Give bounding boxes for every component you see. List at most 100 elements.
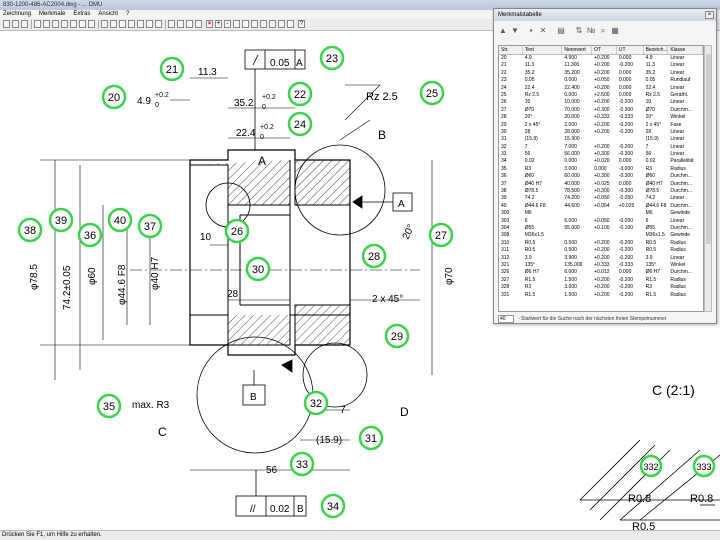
balloon-25[interactable]: 25 (419, 80, 445, 106)
balloon-33[interactable]: 33 (289, 451, 315, 477)
print-icon[interactable] (43, 20, 50, 28)
balloon-36[interactable]: 36 (77, 222, 103, 248)
open-folder-icon[interactable] (12, 20, 19, 28)
zoom-dynamic-icon[interactable] (269, 20, 276, 28)
table-row[interactable]: 303 6 6.000 +0.050 -0.050 6 Linear (499, 218, 703, 225)
menu-merkmale[interactable]: Merkmale (39, 10, 65, 19)
delete-icon[interactable]: × (206, 20, 213, 28)
new-file-icon[interactable] (3, 20, 10, 28)
table-row[interactable]: 304 Ø55 55.000 +0.100 -0.100 Ø55 Durchm... (499, 225, 703, 232)
table-row[interactable]: 30 28 28.000 +0.200 -0.200 28 Linear (499, 129, 703, 136)
delete-row-icon[interactable]: ▪ (526, 26, 536, 36)
column-header[interactable]: Bezeich... (644, 46, 669, 54)
stamp-icon[interactable] (88, 20, 95, 28)
table-row[interactable]: 31 (15.9) 15.900 (15.9) Linear (499, 136, 703, 143)
start-number-input[interactable]: 40 (498, 315, 514, 323)
balloon-38[interactable]: 38 (17, 217, 43, 243)
table-row[interactable]: 37 Ø40 H7 40.000 +0.025 0.000 Ø40 H7 Durchm... (499, 181, 703, 188)
table-row[interactable]: 32 7 7.000 +0.200 -0.200 7 Linear (499, 144, 703, 151)
table-row[interactable]: 36 Ø60 60.000 +0.300 -0.300 Ø60 Durchm... (499, 173, 703, 180)
export-icon[interactable] (137, 20, 144, 28)
edit-icon[interactable] (195, 20, 202, 28)
table-row[interactable]: 312 3.9 3.900 +0.200 -0.200 3.9 Linear (499, 255, 703, 262)
zoom-extents-icon[interactable] (260, 20, 267, 28)
table-row[interactable]: 29 2 x 45° 2.000 +0.200 -0.200 2 x 45° Fase (499, 122, 703, 129)
grid-icon[interactable] (186, 20, 193, 28)
balloon-29[interactable]: 29 (384, 323, 410, 349)
balloon-39[interactable]: 39 (48, 207, 74, 233)
pan-icon[interactable] (79, 20, 86, 28)
properties-icon[interactable] (177, 20, 184, 28)
table-icon[interactable] (34, 20, 41, 28)
column-header[interactable]: Str. (499, 46, 523, 54)
balloon-24[interactable]: 24 (287, 111, 313, 137)
table-row[interactable]: 328 R3 3.000 +0.200 -0.200 R3 Radius (499, 284, 703, 291)
column-header[interactable]: Nennwert (562, 46, 593, 54)
table-scrollbar[interactable] (704, 45, 712, 312)
find-icon[interactable]: ⌕ (598, 26, 608, 36)
table-row[interactable]: 26 10 10.000 +0.200 -0.200 10 Linear (499, 99, 703, 106)
table-row[interactable]: 28 20° 20.000 +0.333 -0.333 20° Winkel (499, 114, 703, 121)
move-up-icon[interactable]: ▲ (498, 26, 508, 36)
zoom-out-icon[interactable]: - (224, 20, 231, 28)
table-row[interactable]: 24 22.4 22.400 +0.200 0.000 22.4 Linear (499, 85, 703, 92)
table-row[interactable]: 321 135° 135.000 +0.333 -0.333 135° Winkel (499, 262, 703, 269)
table-row[interactable]: 27 Ø70 70.000 +0.300 -0.300 Ø70 Durchm... (499, 107, 703, 114)
table-row[interactable]: 20 4.9 4.900 +0.200 0.000 4.9 Linear (499, 55, 703, 62)
redraw-icon[interactable] (278, 20, 285, 28)
table-row[interactable]: 22 35.2 35.200 +0.200 0.000 35.2 Linear (499, 70, 703, 77)
balloon-26[interactable]: 26 (224, 218, 250, 244)
zoom-previous-icon[interactable] (242, 20, 249, 28)
table-row[interactable]: 21 11.3 11.300 +0.200 -0.200 11.3 Linear (499, 62, 703, 69)
table-row[interactable]: 308 M36x1.5 M36x1.5 Gewinde (499, 232, 703, 239)
table-row[interactable]: 23 0.05 0.000 +0.050 0.000 0.05 Rundlauf (499, 77, 703, 84)
zoom-in-icon[interactable]: + (215, 20, 222, 28)
balloon-332[interactable]: 332 (639, 454, 663, 478)
table-row[interactable]: 38 Ø78.5 78.500 +0.300 -0.300 Ø78.5 Durchm... (499, 188, 703, 195)
list-icon[interactable] (128, 20, 135, 28)
sort-icon[interactable]: ⇅ (574, 26, 584, 36)
table-row[interactable]: 326 Ø6 H7 6.000 +0.012 0.000 Ø6 H7 Durchm... (499, 269, 703, 276)
filter-icon[interactable] (155, 20, 162, 28)
column-header[interactable]: Text (523, 46, 563, 54)
preview-icon[interactable] (52, 20, 59, 28)
layer-icon[interactable] (168, 20, 175, 28)
balloon-22[interactable]: 22 (287, 81, 313, 107)
table-row[interactable]: 40 Ø44.6 F8 44.600 +0.064 +0.025 Ø44.6 F8 Durc… (499, 203, 703, 210)
balloon-37[interactable]: 37 (137, 213, 163, 239)
table-row[interactable]: 300 M6 M6 Gewinde (499, 210, 703, 217)
table-row[interactable]: 25 Rz 2.5 0.000 +2.500 0.000 Rz 2.5 Geräthl. (499, 92, 703, 99)
columns-icon[interactable]: ▤ (556, 26, 566, 36)
remove-icon[interactable]: ✕ (538, 26, 548, 36)
balloon-333[interactable]: 333 (692, 454, 716, 478)
menu-zeichnung[interactable]: Zeichnung (3, 10, 31, 19)
save-icon[interactable] (21, 20, 28, 28)
balloon-30[interactable]: 30 (245, 256, 271, 282)
export-table-icon[interactable]: ▦ (610, 26, 620, 36)
column-header[interactable]: Klasse (668, 46, 703, 54)
balloon-32[interactable]: 32 (303, 390, 329, 416)
balloon-31[interactable]: 31 (358, 425, 384, 451)
menu-ansicht[interactable]: Ansicht (98, 10, 118, 19)
move-down-icon[interactable]: ▼ (510, 26, 520, 36)
column-header[interactable]: OT (592, 46, 617, 54)
renumber-icon[interactable] (119, 20, 126, 28)
renumber-rows-icon[interactable]: № (586, 26, 596, 36)
table-row[interactable]: 311 R0.5 0.500 +0.200 -0.200 R0.5 Radius (499, 247, 703, 254)
scrollbar-thumb[interactable] (706, 54, 711, 244)
balloon-icon[interactable] (110, 20, 117, 28)
menu-extras[interactable]: Extras (73, 10, 90, 19)
table-row[interactable]: 34 0.02 0.000 +0.020 0.000 0.02 Parallelität (499, 158, 703, 165)
balloon-40[interactable]: 40 (107, 207, 133, 233)
column-header[interactable]: UT (617, 46, 644, 54)
table-row[interactable]: 35 R3 3.000 0.000 -3.000 R3 Radius (499, 166, 703, 173)
balloon-27[interactable]: 27 (428, 222, 454, 248)
zoom-window-icon[interactable] (70, 20, 77, 28)
number-icon[interactable] (101, 20, 108, 28)
balloon-34[interactable]: 34 (320, 493, 346, 519)
regen-icon[interactable] (287, 20, 294, 28)
table-row[interactable]: 33 56 56.000 +0.300 -0.300 56 Linear (499, 151, 703, 158)
balloon-35[interactable]: 35 (96, 393, 122, 419)
table-row[interactable]: 39 74.2 74.200 +0.050 -0.050 74.2 Linear (499, 195, 703, 202)
balloon-20[interactable]: 20 (101, 84, 127, 110)
